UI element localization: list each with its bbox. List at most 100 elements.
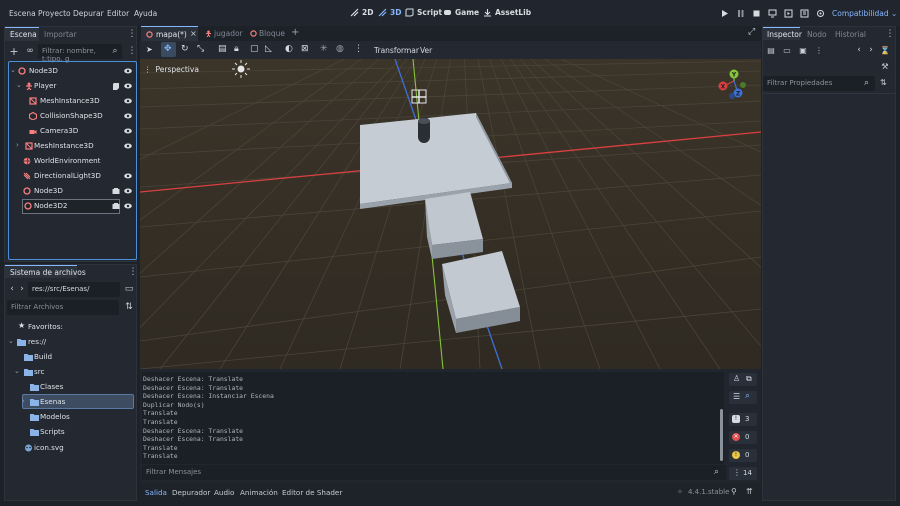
play-scene-icon[interactable] (784, 9, 793, 18)
select-tool-icon[interactable]: ➤ (146, 45, 153, 54)
split-mode-icon[interactable]: ▭ (123, 283, 135, 295)
preview-options-icon[interactable]: ⋮ (354, 44, 363, 54)
tab-inspector[interactable]: Inspector (767, 30, 802, 39)
expand-arrow-icon[interactable]: › (22, 397, 25, 405)
instance-scene-icon[interactable] (112, 187, 120, 195)
instance-scene-icon[interactable] (112, 202, 120, 210)
menu-editor[interactable]: Editor (107, 9, 129, 18)
toggle-info-button[interactable]: ! 3 (729, 413, 757, 426)
tab-jugador[interactable]: jugador (203, 26, 243, 41)
viewport-3d[interactable]: Y X Z ⋮ Perspectiva (140, 59, 761, 369)
tree-node-meshinstance3d-2[interactable]: › MeshInstance3D (10, 139, 134, 153)
view-menu[interactable]: Ver (420, 46, 432, 55)
history-back-icon[interactable]: ‹ (853, 44, 865, 56)
viewport-canvas[interactable]: Y X Z (140, 59, 761, 369)
close-icon[interactable]: × (190, 29, 197, 38)
environment-preview-icon[interactable]: ◍ (336, 44, 344, 54)
tab-audio[interactable]: Audio (214, 488, 234, 497)
mode-script-button[interactable]: Script (405, 8, 442, 17)
tab-escena[interactable]: Escena (10, 30, 37, 39)
mode-game-button[interactable]: Game (443, 8, 479, 17)
open-resource-icon[interactable]: ▭ (781, 44, 793, 56)
move-tool-button[interactable]: ✥ (161, 42, 176, 57)
tree-node-worldenvironment[interactable]: WorldEnvironment (10, 154, 134, 168)
menu-ayuda[interactable]: Ayuda (134, 9, 157, 18)
tab-animacion[interactable]: Animación (240, 488, 278, 497)
script-icon[interactable] (112, 82, 120, 90)
tree-node-player[interactable]: ⌄ Player (10, 79, 134, 93)
movie-maker-icon[interactable] (816, 9, 825, 18)
resource-menu-icon[interactable]: ⋮ (813, 44, 825, 56)
tab-bloque[interactable]: Bloque (248, 26, 286, 41)
tools-icon[interactable]: ⚒ (879, 60, 891, 72)
visibility-icon[interactable] (124, 82, 132, 90)
new-resource-icon[interactable]: ▤ (765, 44, 777, 56)
tree-node-collisionshape3d[interactable]: CollisionShape3D (10, 109, 134, 123)
path-field[interactable]: res://src/Esenas/ (28, 282, 120, 297)
clear-log-button[interactable]: ♙ ⧉ (729, 373, 757, 386)
history-forward-icon[interactable]: › (865, 44, 877, 56)
group-icon[interactable]: ▢ (250, 44, 259, 54)
transform-menu[interactable]: Transformar (374, 46, 419, 55)
renderer-select[interactable]: Compatibilidad ⌄ (832, 9, 897, 18)
expand-arrow-icon[interactable]: › (16, 141, 19, 149)
ruler-icon[interactable]: ◺ (265, 44, 272, 54)
properties-filter-input[interactable]: Filtrar Propiedades (763, 76, 875, 91)
rotate-icon[interactable]: ↻ (181, 44, 189, 54)
tab-filesystem[interactable]: Sistema de archivos (10, 268, 86, 277)
visibility-icon[interactable] (124, 127, 132, 135)
link-icon[interactable]: ∞ (24, 45, 36, 57)
tab-mapa[interactable]: mapa(*) × (141, 26, 198, 41)
play-icon[interactable] (720, 9, 729, 18)
mode-assetlib-button[interactable]: AssetLib (483, 8, 531, 17)
log-scrollbar[interactable] (720, 409, 723, 461)
menu-proyecto[interactable]: Proyecto (38, 9, 71, 18)
search-icon[interactable]: ⌕ (864, 78, 869, 88)
visibility-icon[interactable] (124, 112, 132, 120)
log-options-button[interactable]: ☰ ⌕ (729, 391, 757, 404)
tab-depurador[interactable]: Depurador (172, 488, 210, 497)
tree-node-node3d2[interactable]: Node3D2 (10, 199, 134, 214)
collapse-arrow-icon[interactable]: ⌄ (14, 367, 20, 375)
messages-filter-input[interactable]: Filtrar Mensajes (142, 465, 726, 480)
search-icon[interactable]: ⌕ (109, 45, 121, 57)
pin-icon[interactable]: ⚲ (731, 487, 737, 496)
mode-2d-button[interactable]: 2D (350, 8, 373, 17)
perspective-menu[interactable]: ⋮ Perspectiva (144, 65, 199, 74)
collapse-arrow-icon[interactable]: ⌄ (16, 81, 22, 89)
scene-menu-icon[interactable]: ⋮ (126, 28, 138, 40)
tab-editor-de-shader[interactable]: Editor de Shader (282, 488, 342, 497)
visibility-icon[interactable] (124, 142, 132, 150)
tree-node-meshinstance3d[interactable]: MeshInstance3D (10, 94, 134, 108)
expand-panel-icon[interactable]: ⇈ (746, 487, 753, 496)
tree-node-node3d[interactable]: ⌄ Node3D (10, 64, 134, 78)
distraction-free-icon[interactable]: ⤢ (748, 27, 755, 37)
collapse-arrow-icon[interactable]: ⌄ (8, 337, 14, 345)
tree-node-node3d-2[interactable]: Node3D (10, 184, 134, 198)
tree-node-camera3d[interactable]: Camera3D (10, 124, 134, 138)
forward-arrow-icon[interactable]: › (16, 283, 28, 295)
menu-depurar[interactable]: Depurar (73, 9, 104, 18)
play-custom-scene-icon[interactable] (800, 9, 809, 18)
menu-escena[interactable]: Escena (9, 9, 36, 18)
visibility-icon[interactable] (124, 172, 132, 180)
sun-preview-icon[interactable]: ✳ (320, 44, 328, 54)
tab-importar[interactable]: Importar (44, 30, 77, 39)
list-select-icon[interactable]: ▤ (218, 44, 227, 54)
object-history-icon[interactable]: ⌛ (879, 44, 891, 56)
sort-properties-icon[interactable]: ⇅ (880, 78, 887, 87)
save-resource-icon[interactable]: ▣ (797, 44, 809, 56)
scale-icon[interactable]: ⤡ (197, 44, 204, 54)
tree-node-directionallight3d[interactable]: DirectionalLight3D (10, 169, 134, 183)
snap-icon[interactable]: ⊠ (301, 44, 309, 54)
tab-nodo[interactable]: Nodo (807, 30, 827, 39)
filesystem-menu-icon[interactable]: ⋮ (127, 266, 139, 278)
local-space-icon[interactable]: ◐ (285, 44, 293, 54)
visibility-icon[interactable] (124, 67, 132, 75)
toggle-warnings-button[interactable]: ! 0 (729, 449, 757, 462)
visibility-icon[interactable] (124, 202, 132, 210)
stop-icon[interactable] (752, 9, 761, 18)
tab-historial[interactable]: Historial (835, 30, 866, 39)
toggle-errors-button[interactable]: × 0 (729, 431, 757, 444)
remote-deploy-icon[interactable] (768, 9, 777, 18)
